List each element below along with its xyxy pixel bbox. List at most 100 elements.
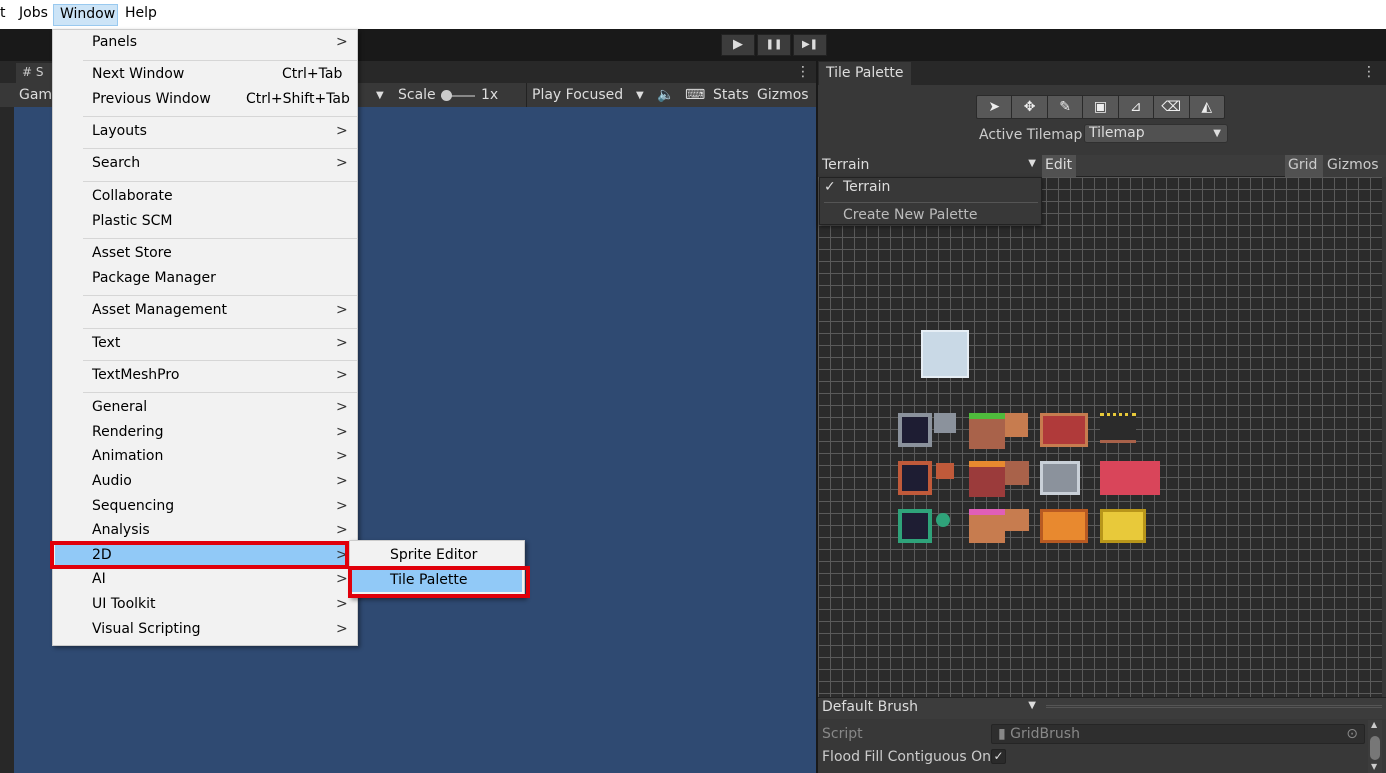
menu-item-ui-toolkit[interactable]: UI Toolkit [92,596,156,612]
lava-tile[interactable] [969,461,1005,497]
menu-separator [83,360,357,361]
palette-edit-button[interactable]: Edit [1042,155,1076,177]
menu-item-sequencing[interactable]: Sequencing [92,498,174,514]
box-fill-icon[interactable]: ▣ [1083,96,1119,118]
teal-small-tile[interactable] [936,513,950,527]
submenu-item-sprite-editor[interactable]: Sprite Editor [390,547,477,563]
scroll-up-icon[interactable]: ▲ [1371,720,1377,729]
fill-bucket-icon[interactable]: ◭ [1190,96,1224,118]
menu-item-visual-scripting[interactable]: Visual Scripting [92,621,201,637]
pink-small-tile[interactable] [1005,509,1029,531]
palette-option-terrain[interactable]: Terrain [843,179,890,195]
menu-item-collaborate[interactable]: Collaborate [92,188,173,204]
left-panel-tab[interactable] [0,83,14,107]
flood-fill-checkbox[interactable]: ✓ [991,749,1006,764]
chevron-down-icon: ▼ [1028,158,1036,169]
menu-item-ai[interactable]: AI [92,571,106,587]
menu-help[interactable]: Help [125,5,157,21]
brick-small-tile[interactable] [936,463,954,479]
menu-item-asset-store[interactable]: Asset Store [92,245,172,261]
palette-select[interactable]: Terrain ▼ [818,155,1042,177]
metal-tile[interactable] [1040,461,1080,495]
keyboard-icon[interactable]: ⌨ [685,87,705,103]
menu-item-text[interactable]: Text [92,335,120,351]
object-picker-icon[interactable]: ⊙ [1346,725,1358,743]
rail-tile[interactable] [1100,413,1136,443]
check-icon: ✓ [824,179,836,195]
brush-drag-handle[interactable] [1046,705,1382,708]
move-tool-icon[interactable]: ✥ [1012,96,1048,118]
tab-tile-palette[interactable]: Tile Palette [819,62,911,85]
menu-item-textmeshpro[interactable]: TextMeshPro [92,367,179,383]
menu-item-layouts[interactable]: Layouts [92,123,147,139]
menu-item-general[interactable]: General [92,399,147,415]
red-brick-tile[interactable] [1100,461,1160,495]
menu-item-panels[interactable]: Panels [92,34,137,50]
grass-tile[interactable] [969,413,1005,449]
pink-tile[interactable] [969,509,1005,543]
lava-small-tile[interactable] [1005,461,1029,485]
pause-icon: ❚❚ [765,39,783,50]
scene-more-icon[interactable]: ⋮ [796,64,810,80]
left-panel-edge [0,61,14,773]
menu-item-rendering[interactable]: Rendering [92,424,164,440]
active-tilemap-select[interactable]: Tilemap ▼ [1084,124,1228,143]
menu-item-search[interactable]: Search [92,155,140,171]
ice-tile[interactable] [921,330,969,378]
roof-tile[interactable] [1040,413,1088,447]
palette-gizmos-toggle[interactable]: Gizmos [1323,155,1386,177]
play-button[interactable]: ▶ [721,34,755,56]
grass-small-tile[interactable] [1005,413,1028,437]
menu-item-audio[interactable]: Audio [92,473,132,489]
step-button[interactable]: ▶❚ [793,34,827,56]
menu-item-previous-window[interactable]: Previous Window [92,91,211,107]
menu-item-analysis[interactable]: Analysis [92,522,150,538]
menu-item-animation[interactable]: Animation [92,448,163,464]
submenu-arrow-icon: > [336,424,348,440]
palette-grid-label: Grid [1288,157,1318,173]
tile-palette-more-icon[interactable]: ⋮ [1362,64,1376,80]
stats-button[interactable]: Stats [713,87,749,103]
create-new-palette-option[interactable]: Create New Palette [843,207,977,223]
menu-item-asset-management[interactable]: Asset Management [92,302,227,318]
flood-fill-label: Flood Fill Contiguous Only [822,749,1004,765]
tab-scene[interactable]: # S [16,63,56,83]
palette-grid-canvas[interactable] [818,177,1382,697]
gizmos-button[interactable]: Gizmos [757,87,809,103]
picker-icon[interactable]: ⊿ [1119,96,1155,118]
menu-jobs[interactable]: Jobs [19,5,48,21]
brush-select[interactable]: Default Brush ▼ [818,697,1042,719]
brick-frame-tile[interactable] [898,461,932,495]
play-mode-select[interactable]: Play Focused [532,87,623,103]
scroll-down-icon[interactable]: ▼ [1371,762,1377,771]
yellow-tile[interactable] [1100,509,1146,543]
eraser-icon[interactable]: ⌫ [1154,96,1190,118]
speaker-icon[interactable]: 🔈 [657,87,674,103]
scale-slider-thumb[interactable] [441,90,452,101]
palette-gizmos-label: Gizmos [1327,157,1379,173]
menu-item-plastic-scm[interactable]: Plastic SCM [92,213,172,229]
menu-edit-fragment[interactable]: t [0,5,6,21]
chevron-down-icon[interactable]: ▼ [376,90,384,101]
menu-item-next-window[interactable]: Next Window [92,66,184,82]
inspector-scrollbar[interactable]: ▲ ▼ [1368,720,1382,773]
paint-brush-icon[interactable]: ✎ [1048,96,1084,118]
teal-frame-tile[interactable] [898,509,932,543]
scene-tab-label: # S [22,65,44,79]
menu-item-package-manager[interactable]: Package Manager [92,270,216,286]
chevron-down-icon[interactable]: ▼ [636,90,644,101]
select-tool-icon[interactable]: ➤ [977,96,1013,118]
pause-button[interactable]: ❚❚ [757,34,791,56]
menu-separator [83,392,357,393]
stone-small-tile[interactable] [934,413,956,433]
submenu-arrow-icon: > [336,571,348,587]
check-icon: ✓ [993,749,1004,763]
palette-grid-toggle[interactable]: Grid [1285,155,1323,177]
script-label: Script [822,726,863,742]
menu-window[interactable]: Window [53,4,118,26]
submenu-arrow-icon: > [336,473,348,489]
stone-tile[interactable] [898,413,932,447]
scrollbar-thumb[interactable] [1370,736,1380,760]
script-value: GridBrush [1010,726,1080,742]
orange-tile[interactable] [1040,509,1088,543]
